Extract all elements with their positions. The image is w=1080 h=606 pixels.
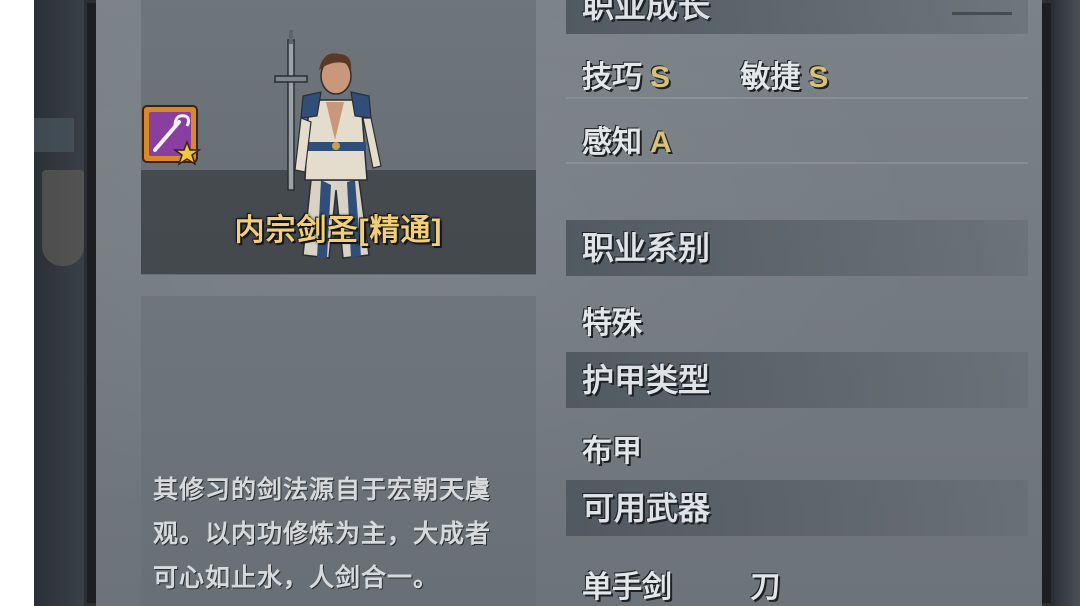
stat-technique: 技巧 S [582,52,732,96]
profession-description-box: 其修习的剑法源自于宏朝天虞 观。以内功修炼为主，大成者 可心如止水，人剑合一。 [141,296,536,606]
weapons-row: 单手剑 刀 [566,562,1028,606]
stat-label: 敏捷 [740,61,801,94]
profession-stats-column: 职业成长 技巧 S 敏捷 S 感知 A 职业系别 特殊 护甲类型 布甲 可用武器… [566,0,1028,606]
background-strip [34,0,84,606]
armor-header: 护甲类型 [566,352,1028,408]
series-header: 职业系别 [566,220,1028,276]
stat-grade: A [650,126,672,159]
profession-description: 其修习的剑法源自于宏朝天虞 观。以内功修炼为主，大成者 可心如止水，人剑合一。 [153,468,523,600]
profession-portrait-column: 内宗剑圣[精通] 其修习的剑法源自于宏朝天虞 观。以内功修炼为主，大成者 可心如… [141,0,536,606]
armor-value: 布甲 [582,435,642,468]
growth-row-1: 技巧 S 敏捷 S [566,52,1028,96]
background-shield [42,170,84,266]
description-line: 可心如止水，人剑合一。 [153,564,440,592]
weapons-header: 可用武器 [566,480,1028,536]
stat-grade: S [650,61,671,94]
series-value: 特殊 [582,307,642,340]
background-banner [34,118,74,152]
profession-info-frame: 内宗剑圣[精通] 其修习的剑法源自于宏朝天虞 观。以内功修炼为主，大成者 可心如… [84,0,1054,606]
background-right-edge [1054,0,1080,606]
growth-row-2: 感知 A [566,117,1028,161]
weapon-item: 单手剑 [582,571,672,604]
stat-perception: 感知 A [582,117,672,161]
stat-label: 技巧 [582,61,642,94]
weapon-item: 刀 [750,571,781,604]
profession-name: 内宗剑圣[精通] [234,214,443,247]
stat-label: 感知 [582,126,642,159]
profession-badge[interactable] [141,104,201,168]
stat-grade: S [808,61,829,94]
description-line: 其修习的剑法源自于宏朝天虞 [153,476,492,504]
divider [566,162,1028,164]
divider [566,97,1028,99]
game-scene: 内宗剑圣[精通] 其修习的剑法源自于宏朝天虞 观。以内功修炼为主，大成者 可心如… [34,0,1080,606]
stat-agility: 敏捷 S [740,52,828,96]
profession-info-panel: 内宗剑圣[精通] 其修习的剑法源自于宏朝天虞 观。以内功修炼为主，大成者 可心如… [96,0,1042,606]
description-line: 观。以内功修炼为主，大成者 [153,520,492,548]
growth-header: 职业成长 [566,0,1028,34]
